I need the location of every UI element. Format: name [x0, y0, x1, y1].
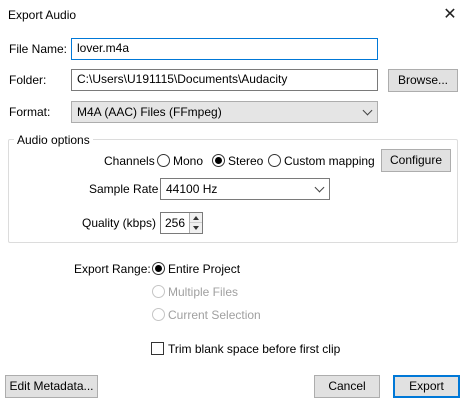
range-entire-project-label[interactable]: Entire Project [168, 261, 240, 277]
quality-value[interactable]: 256 [165, 215, 185, 231]
arrow-down-icon [193, 226, 199, 230]
folder-label: Folder: [9, 73, 47, 87]
range-entire-project-radio[interactable] [152, 262, 165, 275]
channel-mono-label[interactable]: Mono [173, 153, 203, 169]
configure-button[interactable]: Configure [381, 149, 451, 172]
chevron-down-icon [362, 105, 373, 116]
close-icon[interactable]: ✕ [437, 2, 463, 28]
channel-mono-radio[interactable] [157, 154, 170, 167]
folder-input[interactable]: C:\Users\U191115\Documents\Audacity [71, 69, 378, 91]
channel-stereo-label[interactable]: Stereo [228, 153, 263, 169]
file-name-input[interactable]: lover.m4a [71, 38, 378, 60]
stepper-up-button[interactable] [190, 213, 202, 223]
cancel-button[interactable]: Cancel [314, 375, 380, 398]
trim-blank-checkbox[interactable] [151, 342, 164, 355]
channels-label: Channels [104, 154, 155, 168]
arrow-up-icon [193, 216, 199, 220]
range-current-selection-radio [152, 308, 165, 321]
sample-rate-label: Sample Rate [89, 182, 159, 196]
export-button[interactable]: Export [393, 375, 460, 398]
browse-button[interactable]: Browse... [388, 69, 458, 92]
quality-label: Quality (kbps) [82, 216, 157, 230]
channel-custom-label[interactable]: Custom mapping [284, 153, 375, 169]
sample-rate-select[interactable]: 44100 Hz [160, 178, 330, 200]
range-multiple-files-radio [152, 285, 165, 298]
window-title: Export Audio [8, 8, 77, 22]
chevron-down-icon [314, 182, 325, 193]
range-multiple-files-label: Multiple Files [168, 285, 239, 299]
range-current-selection-label: Current Selection [168, 308, 261, 322]
trim-blank-label[interactable]: Trim blank space before first clip [168, 341, 340, 357]
quality-stepper[interactable]: 256 [160, 212, 203, 234]
stepper-down-button[interactable] [190, 223, 202, 233]
file-name-label: File Name: [9, 42, 68, 56]
format-select-value: M4A (AAC) Files (FFmpeg) [77, 105, 222, 119]
export-range-label: Export Range: [74, 262, 151, 276]
channel-custom-radio[interactable] [268, 154, 281, 167]
format-select[interactable]: M4A (AAC) Files (FFmpeg) [71, 101, 378, 123]
sample-rate-value: 44100 Hz [166, 182, 218, 196]
audio-options-title: Audio options [14, 132, 93, 148]
format-label: Format: [9, 105, 51, 119]
edit-metadata-button[interactable]: Edit Metadata... [5, 375, 98, 398]
channel-stereo-radio[interactable] [212, 154, 225, 167]
